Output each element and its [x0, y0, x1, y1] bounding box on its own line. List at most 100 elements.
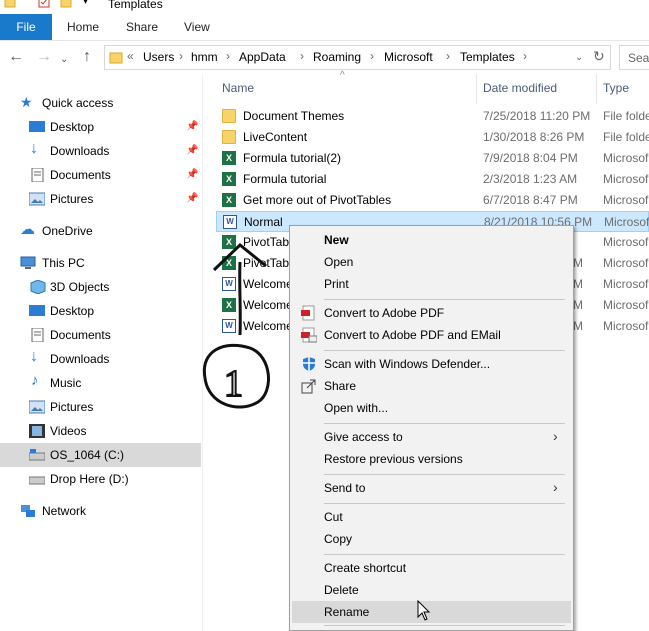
- documents-icon: [31, 328, 44, 342]
- column-header-date[interactable]: Date modified: [483, 81, 557, 95]
- file-row-formula-tutorial-2[interactable]: X Formula tutorial(2) 7/9/2018 8:04 PM M…: [216, 148, 649, 169]
- nav-item-documents[interactable]: Documents: [0, 323, 201, 347]
- breadcrumb-roaming[interactable]: Roaming: [313, 50, 361, 64]
- column-header-type[interactable]: Type: [603, 81, 629, 95]
- breadcrumb-separator-icon[interactable]: ›: [370, 49, 374, 63]
- search-placeholder: Sear: [628, 51, 649, 65]
- breadcrumb-separator-icon[interactable]: ›: [179, 49, 183, 63]
- column-divider[interactable]: [476, 74, 477, 104]
- excel-file-icon: X: [222, 235, 236, 249]
- pin-icon[interactable]: 📌: [186, 121, 198, 132]
- file-row-livecontent[interactable]: LiveContent 1/30/2018 8:26 PM File folde: [216, 127, 649, 148]
- refresh-icon[interactable]: ↻: [593, 48, 605, 65]
- menu-item-share[interactable]: Share: [292, 375, 571, 397]
- share-icon: [301, 379, 316, 394]
- file-type: Microsof: [603, 256, 649, 270]
- file-name: PivotTab: [243, 235, 290, 249]
- file-name: Welcome: [243, 298, 293, 312]
- new-folder-icon[interactable]: [60, 0, 72, 8]
- window-title: Templates: [108, 0, 163, 11]
- nav-item-videos[interactable]: Videos: [0, 419, 201, 443]
- overflow-chevron-icon[interactable]: «: [127, 49, 134, 63]
- column-divider[interactable]: [596, 74, 597, 104]
- file-row-get-more-pivottables[interactable]: X Get more out of PivotTables 6/7/2018 8…: [216, 190, 649, 211]
- back-arrow-icon[interactable]: ←: [8, 49, 24, 65]
- nav-item-os-drive[interactable]: OS_1064 (C:): [0, 443, 201, 467]
- context-menu: New Open Print Convert to Adobe PDF Conv…: [289, 225, 574, 631]
- menu-item-convert-pdf-email[interactable]: Convert to Adobe PDF and EMail: [292, 324, 571, 346]
- breadcrumb-separator-icon[interactable]: ›: [446, 49, 450, 63]
- menu-item-open[interactable]: Open: [292, 251, 571, 273]
- word-file-icon: W: [222, 277, 236, 291]
- column-header-name[interactable]: Name: [222, 81, 254, 95]
- breadcrumb-separator-icon[interactable]: ›: [226, 49, 230, 63]
- folder-icon[interactable]: [4, 0, 16, 8]
- forward-arrow-icon[interactable]: →: [36, 49, 52, 65]
- search-input[interactable]: Sear: [619, 45, 649, 70]
- nav-item-3d-objects[interactable]: 3D Objects: [0, 275, 201, 299]
- tab-share[interactable]: Share: [126, 14, 158, 40]
- breadcrumb-users[interactable]: Users: [143, 50, 174, 64]
- nav-item-documents-pinned[interactable]: Documents 📌: [0, 163, 201, 187]
- pin-icon[interactable]: 📌: [186, 193, 198, 204]
- drive-icon: [29, 476, 45, 485]
- file-date: 1/30/2018 8:26 PM: [483, 130, 585, 144]
- download-arrow-icon: ↓: [30, 348, 38, 365]
- nav-item-quick-access[interactable]: ★ Quick access: [0, 91, 201, 115]
- nav-item-drop-here-drive[interactable]: Drop Here (D:): [0, 467, 201, 491]
- nav-item-label: Documents: [50, 168, 111, 182]
- breadcrumb-appdata[interactable]: AppData: [239, 50, 286, 64]
- file-tab[interactable]: File: [0, 14, 52, 40]
- menu-item-cut[interactable]: Cut: [292, 506, 571, 528]
- nav-item-pictures[interactable]: Pictures: [0, 395, 201, 419]
- menu-item-copy[interactable]: Copy: [292, 528, 571, 550]
- file-type: Microsof: [603, 193, 649, 207]
- checkbox-properties-icon[interactable]: [38, 0, 50, 8]
- pin-icon[interactable]: 📌: [186, 169, 198, 180]
- recent-locations-chevron-icon[interactable]: ⌄: [60, 52, 68, 68]
- nav-item-label: Downloads: [50, 144, 110, 158]
- menu-item-print[interactable]: Print: [292, 273, 571, 295]
- menu-separator: [324, 299, 565, 300]
- nav-item-downloads[interactable]: ↓ Downloads: [0, 347, 201, 371]
- menu-item-give-access[interactable]: Give access to ›: [292, 426, 571, 448]
- nav-item-onedrive[interactable]: ☁ OneDrive: [0, 219, 201, 243]
- tab-view[interactable]: View: [184, 14, 210, 40]
- quick-access-dropdown-icon[interactable]: ▾: [83, 0, 88, 7]
- file-type: Microsof: [603, 298, 649, 312]
- submenu-chevron-icon: ›: [553, 428, 558, 444]
- menu-item-new[interactable]: New: [292, 229, 571, 251]
- nav-item-network[interactable]: Network: [0, 499, 201, 523]
- up-arrow-icon[interactable]: ↑: [83, 49, 91, 65]
- file-row-formula-tutorial[interactable]: X Formula tutorial 2/3/2018 1:23 AM Micr…: [216, 169, 649, 190]
- breadcrumb-hmm[interactable]: hmm: [191, 50, 218, 64]
- menu-item-delete[interactable]: Delete: [292, 579, 571, 601]
- breadcrumb-microsoft[interactable]: Microsoft: [384, 50, 433, 64]
- file-name: Welcome: [243, 277, 293, 291]
- address-dropdown-icon[interactable]: ⌄: [575, 52, 583, 63]
- menu-item-open-with[interactable]: Open with...: [292, 397, 571, 419]
- address-bar[interactable]: « Users › hmm › AppData › Roaming › Micr…: [104, 45, 611, 70]
- documents-icon: [31, 168, 44, 182]
- menu-item-label: Give access to: [324, 430, 403, 444]
- menu-item-restore-versions[interactable]: Restore previous versions: [292, 448, 571, 470]
- nav-item-music[interactable]: ♪ Music: [0, 371, 201, 395]
- nav-item-pictures-pinned[interactable]: Pictures 📌: [0, 187, 201, 211]
- file-row-document-themes[interactable]: Document Themes 7/25/2018 11:20 PM File …: [216, 106, 649, 127]
- nav-item-downloads-pinned[interactable]: ↓ Downloads 📌: [0, 139, 201, 163]
- navigation-pane: ★ Quick access Desktop 📌 ↓ Downloads 📌 D…: [0, 74, 203, 631]
- breadcrumb-separator-icon[interactable]: ›: [523, 49, 527, 63]
- menu-item-convert-pdf[interactable]: Convert to Adobe PDF: [292, 302, 571, 324]
- menu-item-create-shortcut[interactable]: Create shortcut: [292, 557, 571, 579]
- breadcrumb-templates[interactable]: Templates: [460, 50, 515, 64]
- pin-icon[interactable]: 📌: [186, 145, 198, 156]
- menu-item-send-to[interactable]: Send to ›: [292, 477, 571, 499]
- file-type: File folde: [603, 130, 649, 144]
- nav-item-desktop[interactable]: Desktop: [0, 299, 201, 323]
- nav-item-desktop-pinned[interactable]: Desktop 📌: [0, 115, 201, 139]
- tab-home[interactable]: Home: [67, 14, 99, 40]
- menu-item-scan-defender[interactable]: Scan with Windows Defender...: [292, 353, 571, 375]
- file-type: Microsof: [604, 215, 649, 229]
- nav-item-this-pc[interactable]: This PC: [0, 251, 201, 275]
- breadcrumb-separator-icon[interactable]: ›: [300, 49, 304, 63]
